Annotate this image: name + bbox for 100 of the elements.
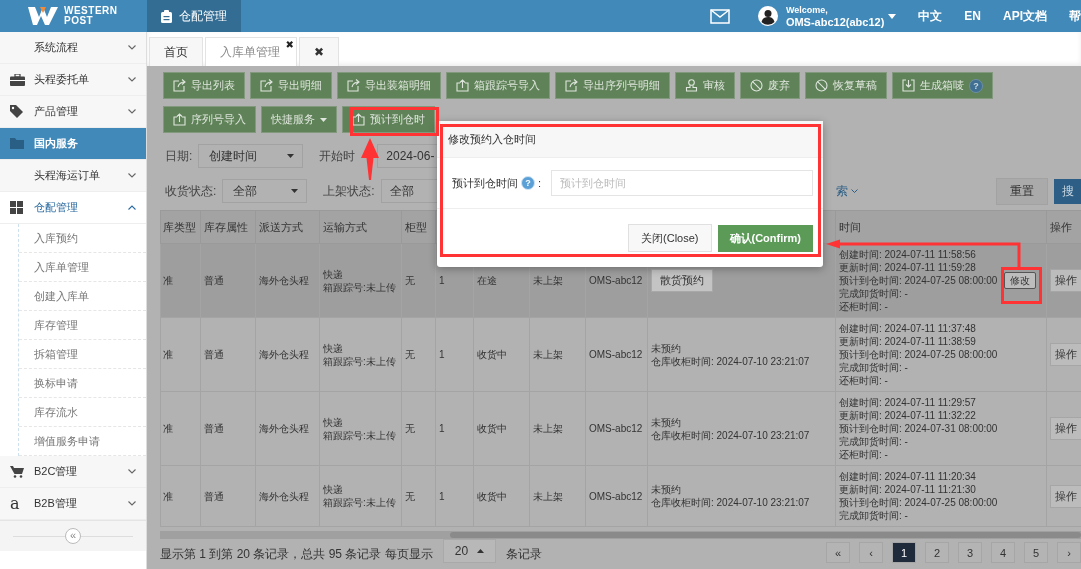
sidebar-item[interactable]: 产品管理 bbox=[0, 96, 146, 128]
toolbar-button[interactable]: 导出序列号明细 bbox=[555, 72, 670, 99]
page-button[interactable]: 4 bbox=[991, 542, 1015, 563]
column-header: 派送方式 bbox=[259, 220, 303, 233]
action-dropdown[interactable]: 操作 bbox=[1050, 343, 1081, 366]
table-cell: 普通 bbox=[204, 490, 224, 502]
user-name[interactable]: OMS-abc12(abc12) bbox=[785, 16, 885, 28]
table-cell: OMS-abc12 bbox=[589, 275, 643, 286]
table-cell-text: 快递 bbox=[323, 415, 344, 429]
reset-button[interactable]: 重置 bbox=[996, 177, 1048, 205]
time-line: 完成卸货时间: - bbox=[839, 287, 909, 300]
mail-icon[interactable] bbox=[709, 8, 730, 24]
action-dropdown[interactable]: 操作 bbox=[1050, 269, 1081, 292]
caret-icon[interactable] bbox=[888, 13, 897, 19]
sidebar-item[interactable]: 头程海运订单 bbox=[0, 160, 146, 192]
avatar-icon[interactable] bbox=[757, 6, 778, 26]
toolbar-button[interactable]: 废弃 bbox=[740, 72, 800, 99]
page-button[interactable]: 5 bbox=[1024, 542, 1048, 563]
time-line: 创建时间: 2024-07-11 11:20:34 bbox=[839, 470, 977, 483]
time-line: 预计到仓时间: 2024-07-31 08:00:00 bbox=[839, 422, 998, 435]
chevron-down-icon bbox=[128, 45, 136, 50]
table-cell-text: 未预约 bbox=[651, 341, 682, 355]
arrival-time-field[interactable]: 预计到仓时间 bbox=[551, 170, 814, 196]
sidebar-item[interactable]: a B2B管理 bbox=[0, 488, 146, 520]
chevron-down-icon bbox=[128, 501, 136, 506]
toolbar-button[interactable]: 序列号导入 bbox=[163, 106, 256, 133]
toolbar-button[interactable]: 箱跟踪号导入 bbox=[446, 72, 550, 99]
time-line: 创建时间: 2024-07-11 11:37:48 bbox=[839, 322, 977, 335]
action-dropdown[interactable]: 操作 bbox=[1050, 417, 1081, 440]
table-cell: 准 bbox=[163, 349, 173, 360]
caret-icon bbox=[477, 549, 485, 553]
table-cell-text: 箱跟踪号:未上传 bbox=[323, 280, 397, 294]
filter-label: 开始时 bbox=[319, 147, 357, 165]
dialog-title: 修改预约入仓时间 bbox=[437, 121, 823, 158]
table-cell: 未上架 bbox=[533, 490, 563, 502]
logo-text: WESTERN POST bbox=[64, 6, 118, 26]
column-header: 库存属性 bbox=[204, 220, 248, 233]
table-cell-text: 快递 bbox=[323, 267, 344, 281]
more-search-link[interactable]: 索 bbox=[836, 182, 858, 200]
sidebar-item[interactable]: 头程委托单 bbox=[0, 64, 146, 96]
page-button[interactable]: 2 bbox=[925, 542, 949, 563]
header-link[interactable]: EN bbox=[964, 9, 981, 23]
page-tab[interactable]: 入库单管理 ✖ bbox=[205, 37, 297, 66]
toolbar-button[interactable]: 恢复草稿 bbox=[805, 72, 887, 99]
arrow bbox=[361, 138, 379, 180]
sidebar-item[interactable]: 国内服务 bbox=[0, 128, 146, 160]
help-icon[interactable]: ? bbox=[969, 78, 983, 93]
page-size-select[interactable]: 20 bbox=[442, 539, 497, 563]
header-link[interactable]: API文档 bbox=[1003, 7, 1047, 25]
header-link[interactable]: 中文 bbox=[918, 7, 943, 25]
caret-icon bbox=[320, 117, 327, 122]
label-colon: : bbox=[538, 177, 542, 189]
logo-icon bbox=[28, 6, 58, 26]
amazon-a-icon: a bbox=[10, 496, 20, 511]
table-cell: 普通 bbox=[204, 349, 224, 360]
filter-select[interactable]: 全部 bbox=[222, 179, 308, 203]
edit-button[interactable]: 修改 bbox=[1004, 272, 1037, 289]
page-tab[interactable]: 首页 bbox=[149, 37, 203, 66]
header-link[interactable]: 帮 bbox=[1069, 7, 1081, 25]
sidebar-item[interactable]: 系统流程 bbox=[0, 32, 146, 64]
page-button[interactable]: « bbox=[826, 542, 850, 563]
table-cell: 1 bbox=[439, 490, 445, 502]
toolbar-button[interactable]: 导出装箱明细 bbox=[337, 72, 441, 99]
toolbar-button[interactable]: 导出明细 bbox=[250, 72, 332, 99]
filter-label: 收货状态: bbox=[165, 182, 217, 200]
reserve-button[interactable]: 散货预约 bbox=[651, 269, 713, 292]
action-dropdown[interactable]: 操作 bbox=[1050, 484, 1081, 508]
filter-select[interactable]: 创建时间 bbox=[198, 144, 304, 168]
page-button[interactable]: 1 bbox=[892, 542, 916, 563]
toolbar-button[interactable]: 导出列表 bbox=[163, 72, 245, 99]
table-cell: 无 bbox=[405, 423, 415, 434]
page-tab[interactable]: ✖ bbox=[299, 37, 340, 66]
column-header: 操作 bbox=[1050, 220, 1072, 233]
close-button[interactable]: 关闭(Close) bbox=[628, 224, 712, 252]
caret-icon bbox=[291, 189, 299, 193]
chevron-down-icon bbox=[851, 189, 858, 193]
column-header: 时间 bbox=[839, 220, 861, 233]
table-cell-text: 箱跟踪号:未上传 bbox=[323, 428, 397, 442]
page-button[interactable]: 3 bbox=[958, 542, 982, 563]
toolbar-button[interactable]: 审核 bbox=[675, 72, 735, 99]
chevron-down-icon bbox=[128, 469, 136, 474]
search-button[interactable]: 搜 bbox=[1054, 178, 1081, 204]
sidebar-item[interactable]: B2C管理 bbox=[0, 456, 146, 488]
table-cell: 收货中 bbox=[477, 490, 507, 502]
table-cell: 普通 bbox=[204, 275, 224, 286]
module-tab[interactable]: 仓配管理 bbox=[147, 0, 241, 32]
caret-icon bbox=[287, 154, 295, 158]
clipboard-icon bbox=[161, 9, 172, 23]
chevron-down-icon bbox=[128, 173, 136, 178]
table-cell: 未上架 bbox=[533, 423, 563, 434]
time-line: 预计到仓时间: 2024-07-25 08:00:00 bbox=[839, 496, 998, 509]
toolbar-button[interactable]: 快捷服务 bbox=[261, 106, 337, 133]
table-cell: OMS-abc12 bbox=[589, 349, 643, 360]
collapse-button[interactable]: « bbox=[65, 528, 81, 544]
confirm-button[interactable]: 确认(Confirm) bbox=[717, 224, 813, 252]
toolbar-button[interactable]: 生成箱唛 ? bbox=[892, 72, 993, 99]
page-button[interactable]: › bbox=[1057, 542, 1081, 563]
scrollbar-thumb[interactable] bbox=[450, 532, 1081, 538]
page-button[interactable]: ‹ bbox=[859, 542, 883, 563]
table-cell: 1 bbox=[439, 423, 445, 434]
